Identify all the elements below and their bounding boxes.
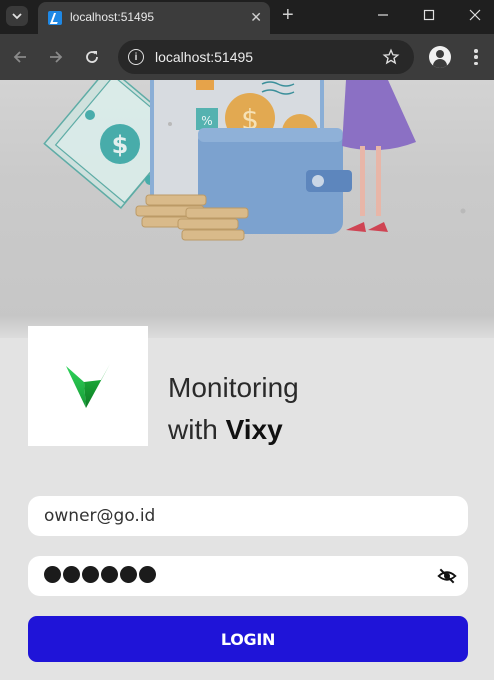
- arrow-right-icon: [50, 51, 63, 63]
- password-mask-dot: [44, 566, 61, 583]
- brand-line-1: Monitoring: [168, 372, 299, 403]
- brand-line-2-prefix: with: [168, 414, 218, 445]
- close-tab-icon[interactable]: ✕: [250, 9, 262, 25]
- eye-off-icon[interactable]: [437, 566, 457, 586]
- forward-button[interactable]: [44, 45, 68, 69]
- address-bar-url[interactable]: localhost:51495: [155, 49, 253, 65]
- reload-icon: [86, 51, 98, 63]
- bookmark-star-icon[interactable]: [382, 48, 400, 66]
- browser-tab[interactable]: localhost:51495 ✕: [38, 2, 270, 34]
- maximize-icon: [423, 9, 435, 21]
- brand-line-2: with Vixy: [168, 409, 299, 451]
- browser-tab-bar: localhost:51495 ✕ +: [0, 0, 494, 34]
- profile-avatar-icon[interactable]: [429, 46, 451, 68]
- close-window-button[interactable]: [452, 0, 494, 30]
- vixy-v-logo-icon: [66, 364, 110, 408]
- login-page: $ $ % Monitoring with Vixy owner@go.id L…: [0, 80, 494, 680]
- tab-search-button[interactable]: [6, 6, 28, 26]
- tab-title: localhost:51495: [70, 10, 155, 24]
- login-button[interactable]: LOGIN: [28, 616, 468, 662]
- password-masked-value[interactable]: [44, 566, 156, 583]
- browser-toolbar: i localhost:51495: [0, 34, 494, 80]
- flutter-favicon-icon: [48, 11, 62, 25]
- chevron-down-icon: [12, 13, 22, 20]
- hero-illustration: $ $ %: [0, 80, 494, 334]
- maximize-button[interactable]: [406, 0, 452, 30]
- close-icon: [469, 9, 481, 21]
- reload-button[interactable]: [80, 45, 104, 69]
- finance-illustration: $ $ %: [43, 80, 466, 241]
- new-tab-button[interactable]: +: [282, 4, 294, 27]
- password-field[interactable]: [28, 556, 468, 596]
- password-mask-dot: [120, 566, 137, 583]
- password-mask-dot: [82, 566, 99, 583]
- password-mask-dot: [139, 566, 156, 583]
- site-info-icon[interactable]: i: [128, 49, 144, 65]
- browser-menu-icon[interactable]: [466, 47, 486, 67]
- arrow-left-icon: [13, 51, 26, 63]
- address-bar[interactable]: i localhost:51495: [118, 40, 414, 74]
- email-input[interactable]: [44, 496, 424, 536]
- svg-text:%: %: [201, 114, 212, 128]
- vixy-logo: [28, 326, 148, 446]
- minimize-button[interactable]: [360, 0, 406, 30]
- back-button[interactable]: [8, 45, 32, 69]
- password-mask-dot: [63, 566, 80, 583]
- minimize-icon: [378, 14, 388, 16]
- password-mask-dot: [101, 566, 118, 583]
- brand-title: Monitoring with Vixy: [168, 367, 299, 451]
- email-field[interactable]: [28, 496, 468, 536]
- brand-name: Vixy: [225, 414, 283, 445]
- svg-text:$: $: [112, 131, 129, 159]
